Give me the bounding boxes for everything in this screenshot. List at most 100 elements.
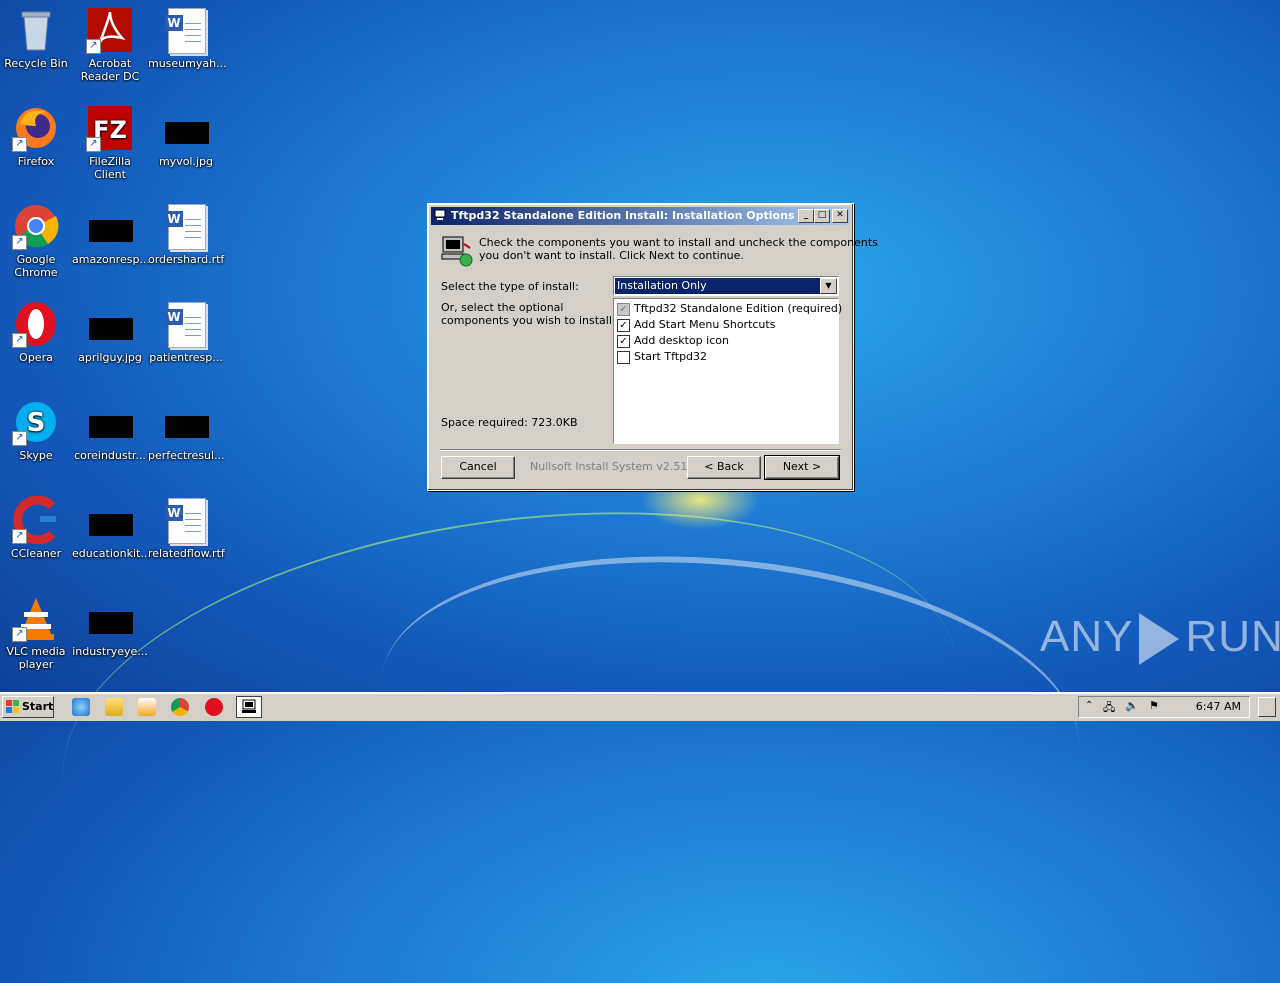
- chevron-up-icon[interactable]: ⌃: [1085, 700, 1093, 711]
- flag-icon[interactable]: ⚑: [1149, 699, 1159, 712]
- install-type-value: Installation Only: [615, 278, 820, 294]
- desktop-icon-label: Firefox: [17, 155, 55, 168]
- checkbox-checked[interactable]: ✓: [617, 319, 630, 332]
- word-document-icon: W: [162, 202, 210, 250]
- show-desktop-button[interactable]: [1258, 697, 1276, 717]
- computer-icon: [434, 209, 446, 220]
- internet-explorer-icon[interactable]: [72, 698, 90, 716]
- clock[interactable]: 6:47 AM: [1196, 700, 1241, 713]
- desktop-icon-label: educationkit...: [72, 547, 151, 560]
- components-list: ✓ Tftpd32 Standalone Edition (required) …: [613, 298, 843, 444]
- desktop-icon-acrobat[interactable]: ↗ Acrobat Reader DC: [72, 6, 148, 83]
- desktop-icon-file[interactable]: industryeye...: [72, 594, 148, 658]
- dialog-titlebar[interactable]: Tftpd32 Standalone Edition Install: Inst…: [431, 207, 850, 225]
- desktop-icon-label: museumyah...: [148, 57, 227, 70]
- desktop-icon-ccleaner[interactable]: ↗ CCleaner: [0, 495, 74, 560]
- divider: [440, 449, 841, 451]
- desktop-icon-firefox[interactable]: ↗ Firefox: [0, 104, 74, 168]
- optional-components-label: Or, select the optional: [441, 301, 564, 314]
- chevron-down-icon[interactable]: ▼: [820, 278, 837, 294]
- desktop-icon-file[interactable]: educationkit...: [72, 496, 151, 560]
- desktop-icon-label: Opera: [19, 351, 53, 364]
- filezilla-icon: FZ ↗: [86, 104, 134, 152]
- watermark-text: ANY: [1040, 612, 1134, 661]
- next-button[interactable]: Next >: [764, 455, 840, 480]
- optional-components-label: components you wish to install:: [441, 314, 616, 327]
- start-button[interactable]: Start: [2, 696, 54, 718]
- desktop-icon-file[interactable]: perfectresul...: [148, 398, 225, 462]
- checkbox-checked[interactable]: ✓: [617, 335, 630, 348]
- desktop-icon-label: myvol.jpg: [158, 155, 214, 168]
- cancel-button[interactable]: Cancel: [441, 456, 515, 479]
- installer-dialog: Tftpd32 Standalone Edition Install: Inst…: [427, 203, 878, 491]
- media-player-icon[interactable]: [138, 698, 156, 716]
- image-thumbnail-icon: [86, 496, 134, 544]
- dialog-title: Tftpd32 Standalone Edition Install: Inst…: [451, 209, 795, 222]
- opera-icon[interactable]: [205, 698, 223, 716]
- install-type-label: Select the type of install:: [441, 280, 579, 293]
- firefox-icon: ↗: [12, 104, 60, 152]
- space-required: Space required: 723.0KB: [441, 416, 578, 429]
- desktop-icon-recycle-bin[interactable]: Recycle Bin: [0, 6, 74, 70]
- desktop-icon-file[interactable]: aprilguy.jpg: [72, 300, 148, 364]
- desktop-icon-label: VLC media player: [6, 645, 66, 671]
- desktop-icon-file[interactable]: W relatedflow.rtf: [148, 496, 225, 560]
- start-label: Start: [22, 700, 54, 713]
- desktop-icon-file[interactable]: W museumyah...: [148, 6, 227, 70]
- desktop-icon-opera[interactable]: ↗ Opera: [0, 300, 74, 364]
- checkbox-checked-disabled: ✓: [617, 303, 630, 316]
- install-type-select[interactable]: Installation Only ▼: [613, 276, 839, 296]
- image-thumbnail-icon: [86, 300, 134, 348]
- desktop-icon-label: Skype: [19, 449, 53, 462]
- desktop-icon-chrome[interactable]: ↗ Google Chrome: [0, 202, 74, 279]
- computer-icon: [242, 699, 256, 713]
- back-button[interactable]: < Back: [687, 456, 761, 479]
- desktop-icon-filezilla[interactable]: FZ ↗ FileZilla Client: [72, 104, 148, 181]
- word-document-icon: W: [162, 300, 210, 348]
- close-button[interactable]: ✕: [832, 209, 848, 223]
- desktop-icon-vlc[interactable]: ↗ VLC media player: [0, 594, 74, 671]
- desktop-icon-skype[interactable]: S ↗ Skype: [0, 398, 74, 462]
- image-thumbnail-icon: [86, 398, 134, 446]
- desktop-icon-file[interactable]: W patientresp...: [148, 300, 224, 364]
- maximize-button[interactable]: □: [814, 209, 830, 223]
- desktop-icon-file[interactable]: coreindustr...: [72, 398, 148, 462]
- image-thumbnail-icon: [162, 398, 210, 446]
- desktop-icon-file[interactable]: amazonresp...: [72, 202, 150, 266]
- image-thumbnail-icon: [86, 594, 134, 642]
- opera-icon: ↗: [12, 300, 60, 348]
- play-icon: [1139, 613, 1180, 666]
- desktop-icon-label: CCleaner: [10, 547, 62, 560]
- word-document-icon: W: [162, 496, 210, 544]
- windows-flag-icon: [6, 700, 19, 713]
- desktop-icon-label: ordershard.rtf: [148, 253, 225, 266]
- desktop-icon-file[interactable]: myvol.jpg: [148, 104, 224, 168]
- watermark-text: RUN: [1185, 612, 1280, 661]
- acrobat-icon: ↗: [86, 6, 134, 54]
- component-label: Tftpd32 Standalone Edition (required): [634, 302, 843, 315]
- tftpd32-taskbar-button[interactable]: [236, 696, 262, 718]
- component-label: Start Tftpd32: [634, 350, 708, 363]
- desktop-icon-label: patientresp...: [149, 351, 223, 364]
- installer-computer-icon: [441, 236, 473, 267]
- svg-text:S: S: [27, 408, 46, 438]
- component-label: Add Start Menu Shortcuts: [634, 318, 776, 331]
- desktop-icon-file[interactable]: W ordershard.rtf: [148, 202, 224, 266]
- desktop-icon-label: Recycle Bin: [4, 57, 68, 70]
- folder-icon[interactable]: [105, 698, 123, 716]
- desktop-icon-label: aprilguy.jpg: [78, 351, 142, 364]
- ccleaner-icon: ↗: [12, 495, 60, 545]
- nsis-branding: Nullsoft Install System v2.51: [530, 460, 688, 473]
- checkbox-unchecked[interactable]: [617, 351, 630, 364]
- network-icon[interactable]: 🖧: [1103, 699, 1115, 718]
- dialog-description: Check the components you want to install…: [479, 236, 878, 249]
- volume-icon[interactable]: 🔈: [1125, 699, 1139, 712]
- desktop-icon-label: industryeye...: [72, 645, 148, 658]
- desktop-icon-label: coreindustr...: [74, 449, 146, 462]
- minimize-button[interactable]: _: [798, 209, 814, 223]
- component-label: Add desktop icon: [634, 334, 729, 347]
- desktop-icon-label: amazonresp...: [72, 253, 150, 266]
- chrome-icon[interactable]: [171, 698, 189, 716]
- image-thumbnail-icon: [86, 202, 134, 250]
- recycle-bin-icon: [12, 6, 60, 54]
